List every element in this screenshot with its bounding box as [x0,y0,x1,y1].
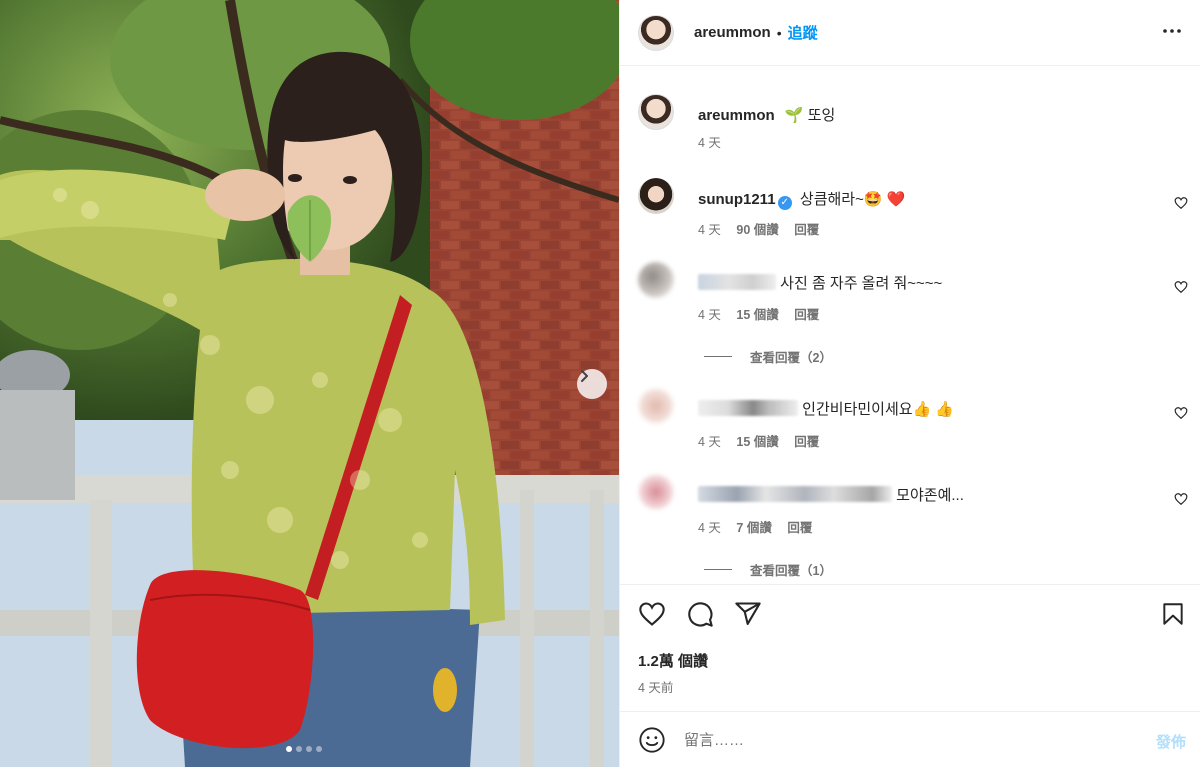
comment-button[interactable] [686,600,714,631]
like-comment-button[interactable] [1174,280,1188,297]
heart-outline-icon [1174,493,1188,506]
comment-time[interactable]: 4 天 [698,223,721,237]
seedling-icon: 🌱 [784,107,804,124]
save-button[interactable] [1160,600,1186,631]
view-replies-label: 查看回覆（2） [750,351,832,365]
smiley-icon [639,727,665,753]
reply-button[interactable]: 回覆 [794,435,819,449]
chevron-right-icon [581,370,588,382]
like-button[interactable] [638,600,666,631]
like-comment-button[interactable] [1174,492,1188,509]
comment-likes[interactable]: 15 個讚 [736,435,778,449]
comment-username[interactable]: sunup1211 [698,191,776,208]
post-image[interactable] [0,0,619,767]
header-separator: • [776,24,782,41]
post-comment-button[interactable]: 發佈 [1156,731,1186,752]
comment-text: 상큼해라~🤩 [799,191,883,208]
post-header: areummon • 追蹤 [620,0,1200,66]
post-actions: 1.2萬 個讚 4 天前 [620,584,1200,711]
list-item: 인간비타민이세요👍 👍 4 天 15 個讚 回覆 [638,388,1188,449]
like-comment-button[interactable] [1174,406,1188,423]
comment-text: 모야존예... [896,487,964,504]
comment-time[interactable]: 4 天 [698,521,721,535]
caption-text: 또잉 [807,107,836,124]
like-comment-button[interactable] [1174,196,1188,213]
bookmark-icon [1163,603,1183,625]
list-item: sunup1211 ✓ 상큼해라~🤩 ❤️ 4 天 90 個讚 回覆 [638,178,1188,238]
heart-outline-icon [1174,407,1188,420]
reply-button[interactable]: 回覆 [794,223,819,237]
comment-likes[interactable]: 7 個讚 [736,521,771,535]
blurred-username[interactable] [698,486,892,502]
comment-input[interactable] [684,726,1124,754]
comment-time[interactable]: 4 天 [698,308,721,322]
carousel-indicator [286,746,322,752]
comments-list[interactable]: areummon 🌱 또잉 4 天 sunup1211 ✓ 상큼해라~🤩 ❤️ … [620,66,1200,584]
carousel-dot [296,746,302,752]
list-item: 사진 좀 자주 올려 줘~~~~ 4 天 15 個讚 回覆 [638,262,1188,322]
caption-time[interactable]: 4 天 [698,136,721,150]
carousel-dot [306,746,312,752]
avatar[interactable] [638,94,674,130]
comment-likes[interactable]: 90 個讚 [736,223,778,237]
comment-text: 사진 좀 자주 올려 줘~~~~ [780,275,943,292]
share-button[interactable] [734,600,762,631]
caption-username[interactable]: areummon [698,107,775,124]
avatar[interactable] [638,388,674,424]
comment-likes[interactable]: 15 個讚 [736,308,778,322]
carousel-dot [316,746,322,752]
view-replies-button[interactable]: 查看回覆（2） [704,347,832,366]
view-replies-label: 查看回覆（1） [750,564,832,578]
photo-illustration [0,0,619,767]
like-count[interactable]: 1.2萬 個讚 [638,650,708,671]
comment-bubble-icon [688,602,713,627]
view-replies-button[interactable]: 查看回覆（1） [704,560,832,579]
comment-time[interactable]: 4 天 [698,435,721,449]
more-options-button[interactable] [1160,19,1184,46]
post-side-panel: areummon • 追蹤 areummon 🌱 또잉 4 天 sunup121… [619,0,1200,767]
emoji-picker-button[interactable] [638,726,666,757]
caption: areummon 🌱 또잉 4 天 [638,94,1188,154]
verified-badge-icon: ✓ [777,196,792,210]
reply-button[interactable]: 回覆 [794,308,819,322]
follow-button[interactable]: 追蹤 [788,22,818,43]
avatar[interactable] [638,262,674,298]
heart-icon [639,602,665,626]
red-heart-icon: ❤️ [886,191,906,208]
paper-plane-icon [735,602,761,625]
list-item: 모야존예... 4 天 7 個讚 回覆 [638,474,1188,535]
comment-composer: 發佈 [620,711,1200,767]
blurred-username[interactable] [698,400,798,416]
post-timestamp[interactable]: 4 天前 [638,677,673,696]
avatar[interactable] [638,474,674,510]
blurred-username[interactable] [698,274,776,290]
divider [704,356,732,357]
heart-outline-icon [1174,197,1188,210]
carousel-next-button[interactable] [577,369,607,399]
heart-outline-icon [1174,281,1188,294]
more-horizontal-icon [1163,29,1181,33]
reply-button[interactable]: 回覆 [787,521,812,535]
comment-text: 인간비타민이세요👍 👍 [802,401,955,418]
post-author-username[interactable]: areummon [694,24,771,41]
divider [704,569,732,570]
avatar[interactable] [638,178,674,214]
carousel-dot [286,746,292,752]
avatar[interactable] [638,14,674,51]
